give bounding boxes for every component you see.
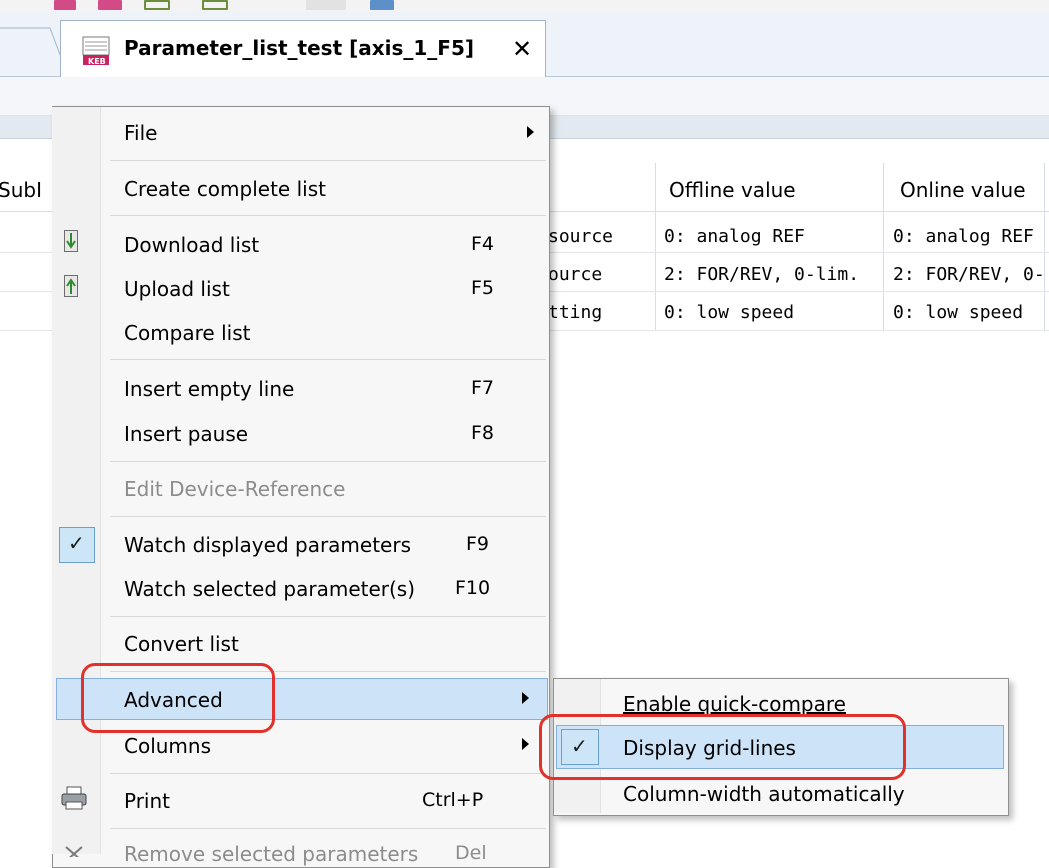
menu-separator (110, 160, 546, 161)
menu-item-convert-list[interactable]: Convert list (124, 632, 239, 656)
submenu-arrow-icon (522, 738, 529, 750)
tab-previous[interactable] (0, 22, 69, 77)
grid-line (883, 163, 884, 331)
menu-item-upload-list[interactable]: Upload list (124, 277, 230, 301)
menu-separator (110, 215, 546, 216)
tab-previous-shape (0, 27, 69, 77)
menu-item-remove-selected-parameters[interactable]: Remove selected parameters (124, 842, 418, 866)
table-cell-online: 0: low speed (893, 302, 1024, 323)
column-header-offline-value[interactable]: Offline value (669, 178, 796, 202)
download-toolbar-icon[interactable] (144, 0, 170, 10)
submenu-arrow-icon (522, 692, 529, 704)
checkmark-icon: ✓ (68, 531, 85, 555)
menu-item-edit-device-reference: Edit Device-Reference (124, 477, 346, 501)
shortcut-watch-selected: F10 (455, 577, 491, 599)
table-cell-name: ource (548, 264, 603, 285)
upload-list-icon (64, 275, 78, 297)
disabled-toolbar-icon (306, 0, 346, 10)
menu-item-compare-list[interactable]: Compare list (124, 321, 250, 345)
tab-title: Parameter_list_test [axis_1_F5] (124, 36, 475, 60)
compare-toolbar-icon[interactable] (370, 0, 394, 10)
submenu-arrow-icon (527, 126, 534, 138)
download-list-icon (64, 230, 78, 252)
shortcut-print: Ctrl+P (422, 789, 484, 811)
table-cell-offline: 2: FOR/REV, 0-lim. (664, 264, 860, 285)
shortcut-watch-displayed: F9 (466, 533, 490, 555)
submenu-item-enable-quick-compare[interactable]: Enable quick-compare (623, 692, 846, 716)
table-cell-offline: 0: analog REF (664, 226, 805, 247)
toolbar (0, 0, 1049, 12)
menu-separator (110, 461, 546, 462)
menu-separator (110, 516, 546, 517)
keb-red-icon-2[interactable] (98, 0, 122, 10)
menu-item-watch-displayed-parameters[interactable]: Watch displayed parameters (124, 533, 411, 557)
shortcut-insert-pause: F8 (471, 422, 495, 444)
close-tab-icon[interactable]: ✕ (512, 35, 532, 63)
column-header-subindex[interactable]: SubI (0, 178, 42, 202)
shortcut-insert-empty-line: F7 (471, 377, 495, 399)
printer-icon (60, 785, 90, 811)
table-cell-name: tting (548, 302, 603, 323)
menu-item-create-complete-list[interactable]: Create complete list (124, 177, 326, 201)
menu-item-insert-empty-line[interactable]: Insert empty line (124, 377, 294, 401)
submenu-item-column-width-automatically[interactable]: Column-width automatically (623, 782, 905, 806)
menu-item-file[interactable]: File (124, 121, 157, 145)
menu-item-insert-pause[interactable]: Insert pause (124, 422, 248, 446)
keb-document-icon: KEB (82, 36, 112, 66)
upload-toolbar-icon[interactable] (202, 0, 228, 10)
red-callout-advanced (81, 663, 275, 733)
menu-item-columns[interactable]: Columns (124, 734, 211, 758)
keb-red-icon[interactable] (54, 0, 76, 10)
menu-separator (110, 828, 546, 829)
red-callout-display-grid-lines (539, 714, 906, 780)
table-cell-offline: 0: low speed (664, 302, 795, 323)
grid-line (655, 163, 656, 331)
shortcut-upload-list: F5 (471, 277, 495, 299)
shortcut-download-list: F4 (471, 233, 495, 255)
table-cell-name: source (548, 226, 614, 247)
menu-separator (110, 616, 546, 617)
table-cell-online: 0: analog REF (893, 226, 1034, 247)
context-menu-icon-gutter (52, 107, 101, 854)
shortcut-remove: Del (455, 842, 487, 864)
menu-item-download-list[interactable]: Download list (124, 233, 259, 257)
menu-separator (110, 773, 546, 774)
remove-icon (64, 842, 84, 862)
menu-item-print[interactable]: Print (124, 789, 170, 813)
column-header-online-value[interactable]: Online value (900, 178, 1026, 202)
menu-separator (110, 359, 546, 360)
svg-text:KEB: KEB (88, 57, 106, 66)
table-cell-online: 2: FOR/REV, 0-li (893, 264, 1043, 285)
grid-line (1044, 163, 1045, 331)
menu-item-watch-selected-parameters[interactable]: Watch selected parameter(s) (124, 577, 415, 601)
